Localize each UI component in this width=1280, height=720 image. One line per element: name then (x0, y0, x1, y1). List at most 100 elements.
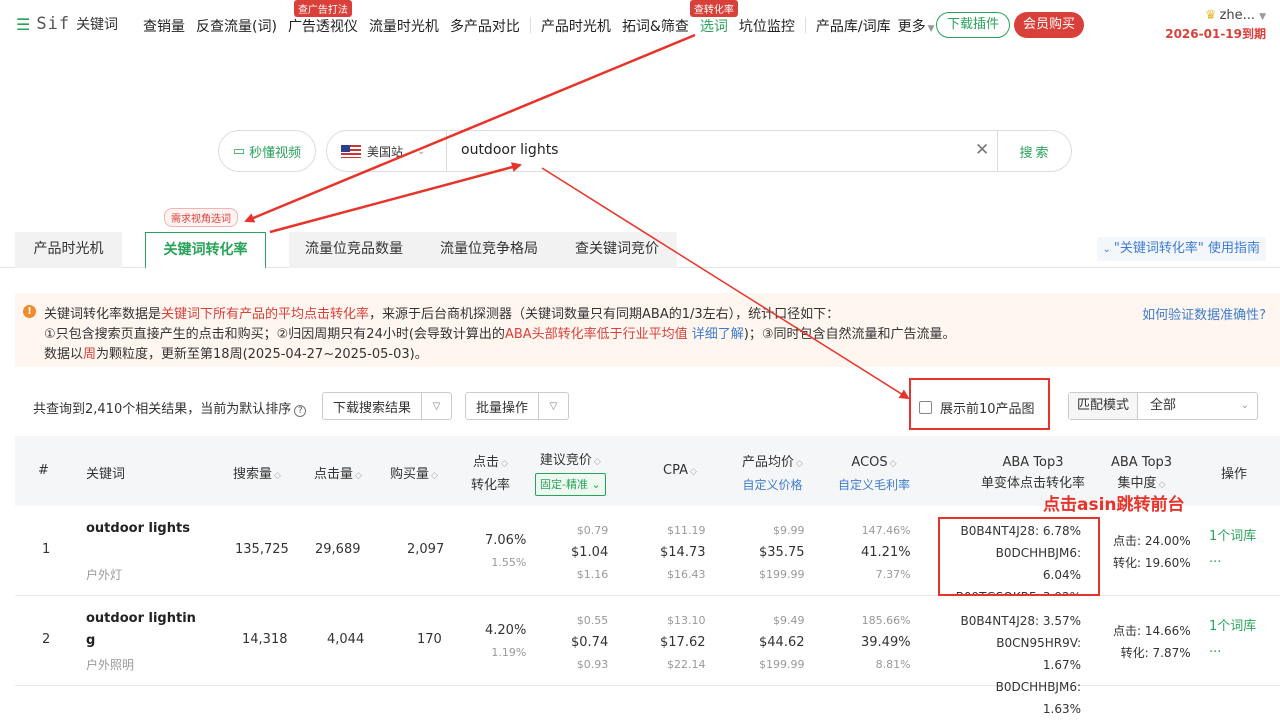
station-select[interactable]: 美国站 ⌄ (327, 131, 447, 171)
tab-competition-pattern[interactable]: 流量位竞争格局 (424, 232, 554, 268)
notice-highlight: 周 (83, 347, 97, 362)
warning-icon: ! (23, 305, 36, 318)
aba-concentration: 点击: 24.00% 转化: 19.60% (1113, 530, 1191, 574)
nav-item-multi-compare[interactable]: 多产品对比 (450, 16, 520, 36)
sort-icon[interactable]: ◇ (690, 467, 697, 477)
col-clicks[interactable]: 点击量 ◇ (314, 463, 362, 482)
nav-item-ad-insight[interactable]: 查广告打法 广告透视仪 (288, 0, 358, 36)
avg-price: $9.49 $44.62 $199.99 (759, 610, 805, 676)
nav-item-traffic-timemachine[interactable]: 流量时光机 (369, 16, 439, 36)
nav-item-sales[interactable]: 查销量 (143, 16, 185, 36)
sort-icon[interactable]: ◇ (594, 457, 601, 467)
nav-item-library[interactable]: 产品库/词库 (816, 16, 891, 36)
sort-icon[interactable]: ◇ (274, 471, 281, 481)
nav-divider (529, 17, 531, 33)
notice-text: 数据以 (44, 347, 84, 362)
arrow-nav-to-tab (244, 33, 696, 223)
concentration-click: 点击: 14.66% (1113, 624, 1191, 638)
learn-more-link[interactable]: 详细了解 (688, 327, 744, 342)
nav-item-word-select[interactable]: 查转化率 选词 (689, 0, 738, 36)
col-bid[interactable]: 建议竞价 ◇ 固定-精准 ⌄ (535, 450, 606, 496)
bid-low: $0.79 (576, 524, 609, 537)
sort-icon[interactable]: ◇ (890, 459, 897, 469)
tab-keyword-bid[interactable]: 查关键词竞价 (558, 232, 676, 268)
tab-competitor-count[interactable]: 流量位竞品数量 (289, 232, 419, 268)
cvr: 7.06% 1.55% (485, 530, 526, 574)
search-button[interactable]: 搜索 (997, 131, 1073, 171)
cpa: $11.19 $14.73 $16.43 (660, 520, 706, 586)
notice-line-1: 关键词转化率数据是关键词下所有产品的平均点击转化率，来源于后台商机探测器（关键词… (44, 303, 839, 322)
dropdown-label: 批量操作 (476, 400, 529, 416)
vip-purchase-button[interactable]: 会员购买 (1014, 12, 1085, 38)
help-icon[interactable]: ? (294, 405, 307, 417)
sort-icon[interactable]: ◇ (1159, 480, 1166, 490)
col-cpa[interactable]: CPA ◇ (663, 463, 697, 478)
bid-mode-select[interactable]: 固定-精准 ⌄ (535, 473, 606, 496)
keyword-name[interactable]: outdoor lights (86, 518, 190, 540)
col-search-volume[interactable]: 搜索量 ◇ (233, 463, 281, 482)
cvr: 4.20% 1.19% (485, 620, 526, 664)
chevron-down-icon: ▽ (421, 393, 451, 419)
avg-price: $9.99 $35.75 $199.99 (759, 520, 805, 586)
custom-margin-link[interactable]: 自定义毛利率 (838, 475, 910, 496)
match-mode-value-text: 全部 (1150, 398, 1177, 413)
col-acos[interactable]: ACOS ◇ 自定义毛利率 (838, 452, 910, 496)
add-to-library-link[interactable]: 1个词库 (1209, 526, 1256, 548)
acos-high: 185.66% (861, 614, 911, 627)
nav-item-keyword-expand[interactable]: 拓词&筛查 (622, 16, 689, 36)
usage-guide-link[interactable]: ⌄ "关键词转化率" 使用指南 (1096, 237, 1266, 261)
col-index: # (38, 463, 49, 478)
asin-link[interactable]: B0DCHHBJM6: 1.63% (955, 676, 1081, 720)
sort-icon[interactable]: ◇ (796, 459, 803, 469)
tab-product-timemachine[interactable]: 产品时光机 (15, 232, 122, 268)
asin-link[interactable]: B0B4NT4J28: 3.57% (955, 610, 1081, 632)
video-icon: ▭ (232, 143, 246, 159)
main-nav: 查销量 反查流量(词) 查广告打法 广告透视仪 流量时光机 多产品对比 产品时光… (143, 0, 935, 36)
custom-price-link[interactable]: 自定义价格 (742, 475, 803, 496)
nav-item-product-timemachine[interactable]: 产品时光机 (541, 16, 611, 36)
verify-accuracy-link[interactable]: 如何验证数据准确性? (1142, 304, 1266, 323)
col-cvr[interactable]: 点击 ◇ 转化率 (471, 452, 510, 496)
guide-label: "关键词转化率" 使用指南 (1113, 241, 1260, 256)
match-mode-value[interactable]: 全部 ⌄ (1138, 393, 1257, 419)
clear-icon[interactable]: ✕ (975, 140, 989, 160)
sort-icon[interactable]: ◇ (355, 471, 362, 481)
chevron-down-icon: ▼ (1259, 12, 1266, 22)
col-label: 集中度 (1117, 476, 1157, 491)
video-button[interactable]: ▭ 秒懂视频 (218, 130, 316, 172)
col-label: ABA Top3 (1002, 455, 1064, 470)
logo[interactable]: ☰ Sif 关键词 (16, 14, 118, 34)
tab-bar: 产品时光机 关键词转化率 流量位竞品数量 流量位竞争格局 查关键词竞价 (0, 230, 1280, 269)
more-actions-icon[interactable]: ... (1209, 638, 1256, 660)
nav-badge: 查广告打法 (293, 0, 352, 17)
sort-icon[interactable]: ◇ (431, 471, 438, 481)
download-results-dropdown[interactable]: 下载搜索结果 ▽ (322, 392, 453, 420)
col-label: CPA (663, 463, 688, 478)
sort-icon[interactable]: ◇ (501, 459, 508, 469)
match-mode-label: 匹配模式 (1069, 393, 1139, 419)
nav-item-more[interactable]: 更多 ▼ (898, 16, 935, 36)
nav-item-slot-monitor[interactable]: 坑位监控 (739, 16, 795, 36)
nav-item-reverse-lookup[interactable]: 反查流量(词) (196, 16, 277, 36)
user-name: zhe... (1219, 8, 1256, 23)
download-plugin-button[interactable]: 下载插件 (936, 12, 1011, 38)
search-input[interactable]: outdoor lights (461, 142, 558, 158)
notice-text: 为颗粒度，更新至第18周(2025-04-27~2025-05-03)。 (96, 347, 428, 362)
notice-line-2: ①只包含搜索页直接产生的点击和购买；②归因周期只有24小时(会导致计算出的ABA… (44, 323, 956, 342)
user-name-row: ♛ zhe... ▼ (1165, 8, 1266, 23)
menu-icon[interactable]: ☰ (16, 15, 30, 34)
asin-link[interactable]: B0CN95HR9V: 1.67% (955, 632, 1081, 676)
col-price[interactable]: 产品均价 ◇ 自定义价格 (742, 452, 803, 496)
notice-highlight: 关键词下所有产品的平均点击转化率 (161, 307, 370, 322)
demand-view-tag: 需求视角选词 (164, 208, 238, 227)
more-actions-icon[interactable]: ... (1209, 548, 1256, 570)
batch-operation-dropdown[interactable]: 批量操作 ▽ (465, 392, 570, 420)
match-mode-select[interactable]: 匹配模式 全部 ⌄ (1068, 392, 1258, 420)
col-purchases[interactable]: 购买量 ◇ (390, 463, 438, 482)
bid-low: $0.55 (576, 614, 609, 627)
col-label: 建议竞价 (539, 453, 592, 468)
add-to-library-link[interactable]: 1个词库 (1209, 616, 1256, 638)
user-menu[interactable]: ♛ zhe... ▼ 2026-01-19到期 (1165, 8, 1266, 42)
tab-keyword-conversion[interactable]: 关键词转化率 (145, 232, 266, 269)
keyword-name[interactable]: outdoor lightin g (86, 608, 196, 652)
